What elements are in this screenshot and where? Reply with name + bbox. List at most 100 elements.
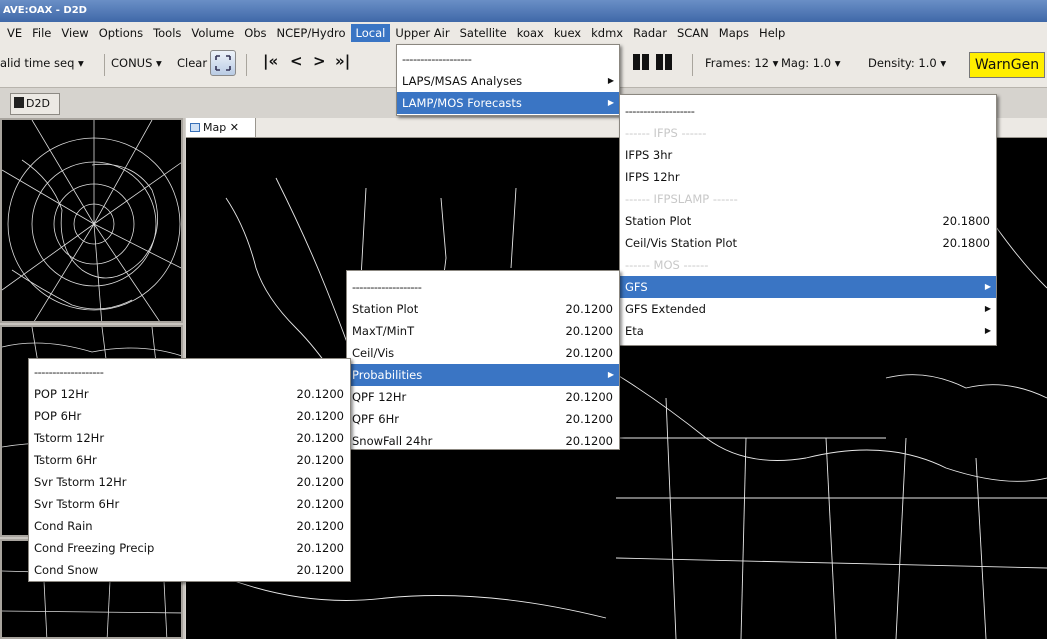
menu-help[interactable]: Help	[754, 24, 790, 42]
menu-item-label: ------ IFPS ------	[625, 126, 707, 140]
menu-item-label: -------------------	[625, 104, 695, 118]
warngen-button[interactable]: WarnGen	[969, 52, 1045, 78]
menu-view[interactable]: View	[56, 24, 93, 42]
menu-item-label: MaxT/MinT	[352, 324, 415, 338]
menu-item-time: 20.1200	[565, 412, 613, 426]
probabilities-menu-item[interactable]: POP 6Hr 20.1200	[29, 405, 350, 427]
lamp-mos-menu-item: ------ IFPSLAMP ------	[620, 188, 996, 210]
menu-maps[interactable]: Maps	[714, 24, 754, 42]
menu-item-label: -------------------	[34, 365, 104, 379]
lamp-mos-menu-item[interactable]: Eta ▶	[620, 320, 996, 342]
probabilities-menu-item[interactable]: Svr Tstorm 6Hr 20.1200	[29, 493, 350, 515]
gfs-menu-item[interactable]: MaxT/MinT 20.1200	[347, 320, 619, 342]
scale-dropdown[interactable]: CONUS ▾	[111, 56, 162, 70]
previous-frame-icon[interactable]: <	[290, 52, 303, 70]
menu-item-label: Tstorm 12Hr	[34, 431, 105, 445]
menu-item-time: 20.1200	[565, 390, 613, 404]
menu-obs[interactable]: Obs	[239, 24, 271, 42]
probabilities-menu-item[interactable]: Cond Snow 20.1200	[29, 559, 350, 581]
magnification-dropdown[interactable]: Mag: 1.0 ▾	[781, 56, 841, 70]
gfs-menu-item[interactable]: SnowFall 24hr 20.1200	[347, 430, 619, 452]
probabilities-menu-item[interactable]: Tstorm 12Hr 20.1200	[29, 427, 350, 449]
menu-item-time: 20.1200	[565, 346, 613, 360]
lamp-mos-menu-item[interactable]: GFS Extended ▶	[620, 298, 996, 320]
menu-item-label: QPF 12Hr	[352, 390, 407, 404]
single-panel-icon[interactable]	[633, 54, 649, 70]
menu-item-label: QPF 6Hr	[352, 412, 399, 426]
next-frame-icon[interactable]: >	[313, 52, 326, 70]
frames-dropdown[interactable]: Frames: 12 ▾	[705, 56, 778, 70]
menu-item-label: Ceil/Vis Station Plot	[625, 236, 738, 250]
menu-kdmx[interactable]: kdmx	[586, 24, 628, 42]
tab-map[interactable]: Map ✕	[186, 118, 256, 137]
submenu-arrow-icon: ▶	[984, 282, 991, 291]
menu-upper-air[interactable]: Upper Air	[390, 24, 454, 42]
probabilities-menu-item[interactable]: Cond Rain 20.1200	[29, 515, 350, 537]
menu-tools[interactable]: Tools	[148, 24, 186, 42]
lamp-mos-menu-item[interactable]: GFS ▶	[620, 276, 996, 298]
clear-button[interactable]: Clear	[177, 56, 207, 70]
lamp-mos-menu-item: ------ IFPS ------	[620, 122, 996, 144]
probabilities-menu: ------------------- POP 12Hr 20.1200 POP 6H…	[28, 358, 351, 582]
menu-file[interactable]: File	[27, 24, 56, 42]
menu-item-time: 20.1200	[296, 409, 344, 423]
menu-item-time: 20.1200	[296, 519, 344, 533]
probabilities-menu-item: -------------------	[29, 361, 350, 383]
lamp-mos-menu-item[interactable]: IFPS 12hr	[620, 166, 996, 188]
menu-item-time: 20.1200	[565, 324, 613, 338]
probabilities-menu-item[interactable]: Svr Tstorm 12Hr 20.1200	[29, 471, 350, 493]
menu-ncep-hydro[interactable]: NCEP/Hydro	[272, 24, 351, 42]
four-panel-icon[interactable]	[656, 54, 672, 70]
menu-kuex[interactable]: kuex	[549, 24, 586, 42]
menu-item-label: Station Plot	[352, 302, 419, 316]
probabilities-menu-item[interactable]: Cond Freezing Precip 20.1200	[29, 537, 350, 559]
zoom-extent-icon[interactable]	[210, 50, 236, 76]
menu-item-label: IFPS 3hr	[625, 148, 673, 162]
probabilities-menu-item[interactable]: Tstorm 6Hr 20.1200	[29, 449, 350, 471]
menu-satellite[interactable]: Satellite	[455, 24, 512, 42]
close-icon[interactable]: ✕	[230, 121, 239, 134]
local-menu-item[interactable]: LAPS/MSAS Analyses ▶	[397, 70, 619, 92]
menu-item-label: GFS Extended	[625, 302, 706, 316]
menu-bar: VE File View Options Tools Volume Obs NCEP/Hydr…	[0, 22, 1047, 44]
gfs-menu-item[interactable]: Station Plot 20.1200	[347, 298, 619, 320]
menu-volume[interactable]: Volume	[186, 24, 239, 42]
menu-koax[interactable]: koax	[512, 24, 549, 42]
density-dropdown[interactable]: Density: 1.0 ▾	[868, 56, 946, 70]
lamp-mos-forecasts-menu: ------------------- ------ IFPS ------ IFP…	[619, 94, 997, 346]
local-menu-item: -------------------	[397, 48, 619, 70]
gfs-menu-item: -------------------	[347, 276, 619, 298]
menu-item-label: Cond Freezing Precip	[34, 541, 155, 555]
tab-map-label: Map	[203, 121, 227, 134]
local-menu-item[interactable]: LAMP/MOS Forecasts ▶	[397, 92, 619, 114]
d2d-perspective-button[interactable]: D2D	[10, 93, 60, 115]
menu-item-time: 20.1800	[942, 214, 990, 228]
menu-radar[interactable]: Radar	[628, 24, 672, 42]
menu-item-label: Ceil/Vis	[352, 346, 395, 360]
gfs-menu-item[interactable]: QPF 6Hr 20.1200	[347, 408, 619, 430]
menu-item-time: 20.1200	[296, 541, 344, 555]
gfs-menu-item[interactable]: Ceil/Vis 20.1200	[347, 342, 619, 364]
lamp-mos-menu-item[interactable]: Station Plot 20.1800	[620, 210, 996, 232]
last-frame-icon[interactable]: »|	[335, 52, 350, 70]
menu-local[interactable]: Local	[350, 24, 391, 42]
menu-item-time: 20.1200	[296, 431, 344, 445]
gfs-menu-item[interactable]: Probabilities ▶	[347, 364, 619, 386]
menu-item-label: GFS	[625, 280, 648, 294]
menu-options[interactable]: Options	[94, 24, 148, 42]
submenu-arrow-icon: ▶	[984, 326, 991, 335]
probabilities-menu-item[interactable]: POP 12Hr 20.1200	[29, 383, 350, 405]
menu-item-label: Probabilities	[352, 368, 423, 382]
gfs-menu-item[interactable]: QPF 12Hr 20.1200	[347, 386, 619, 408]
menu-ve[interactable]: VE	[2, 24, 27, 42]
submenu-arrow-icon: ▶	[607, 76, 614, 85]
menu-item-label: Tstorm 6Hr	[34, 453, 97, 467]
menu-item-label: ------ MOS ------	[625, 258, 709, 272]
time-sequence-dropdown[interactable]: alid time seq ▾	[0, 56, 84, 70]
menu-scan[interactable]: SCAN	[672, 24, 714, 42]
polar-map-panel[interactable]	[0, 118, 183, 323]
first-frame-icon[interactable]: |«	[263, 52, 278, 70]
menu-item-label: Eta	[625, 324, 644, 338]
lamp-mos-menu-item[interactable]: Ceil/Vis Station Plot 20.1800	[620, 232, 996, 254]
lamp-mos-menu-item[interactable]: IFPS 3hr	[620, 144, 996, 166]
